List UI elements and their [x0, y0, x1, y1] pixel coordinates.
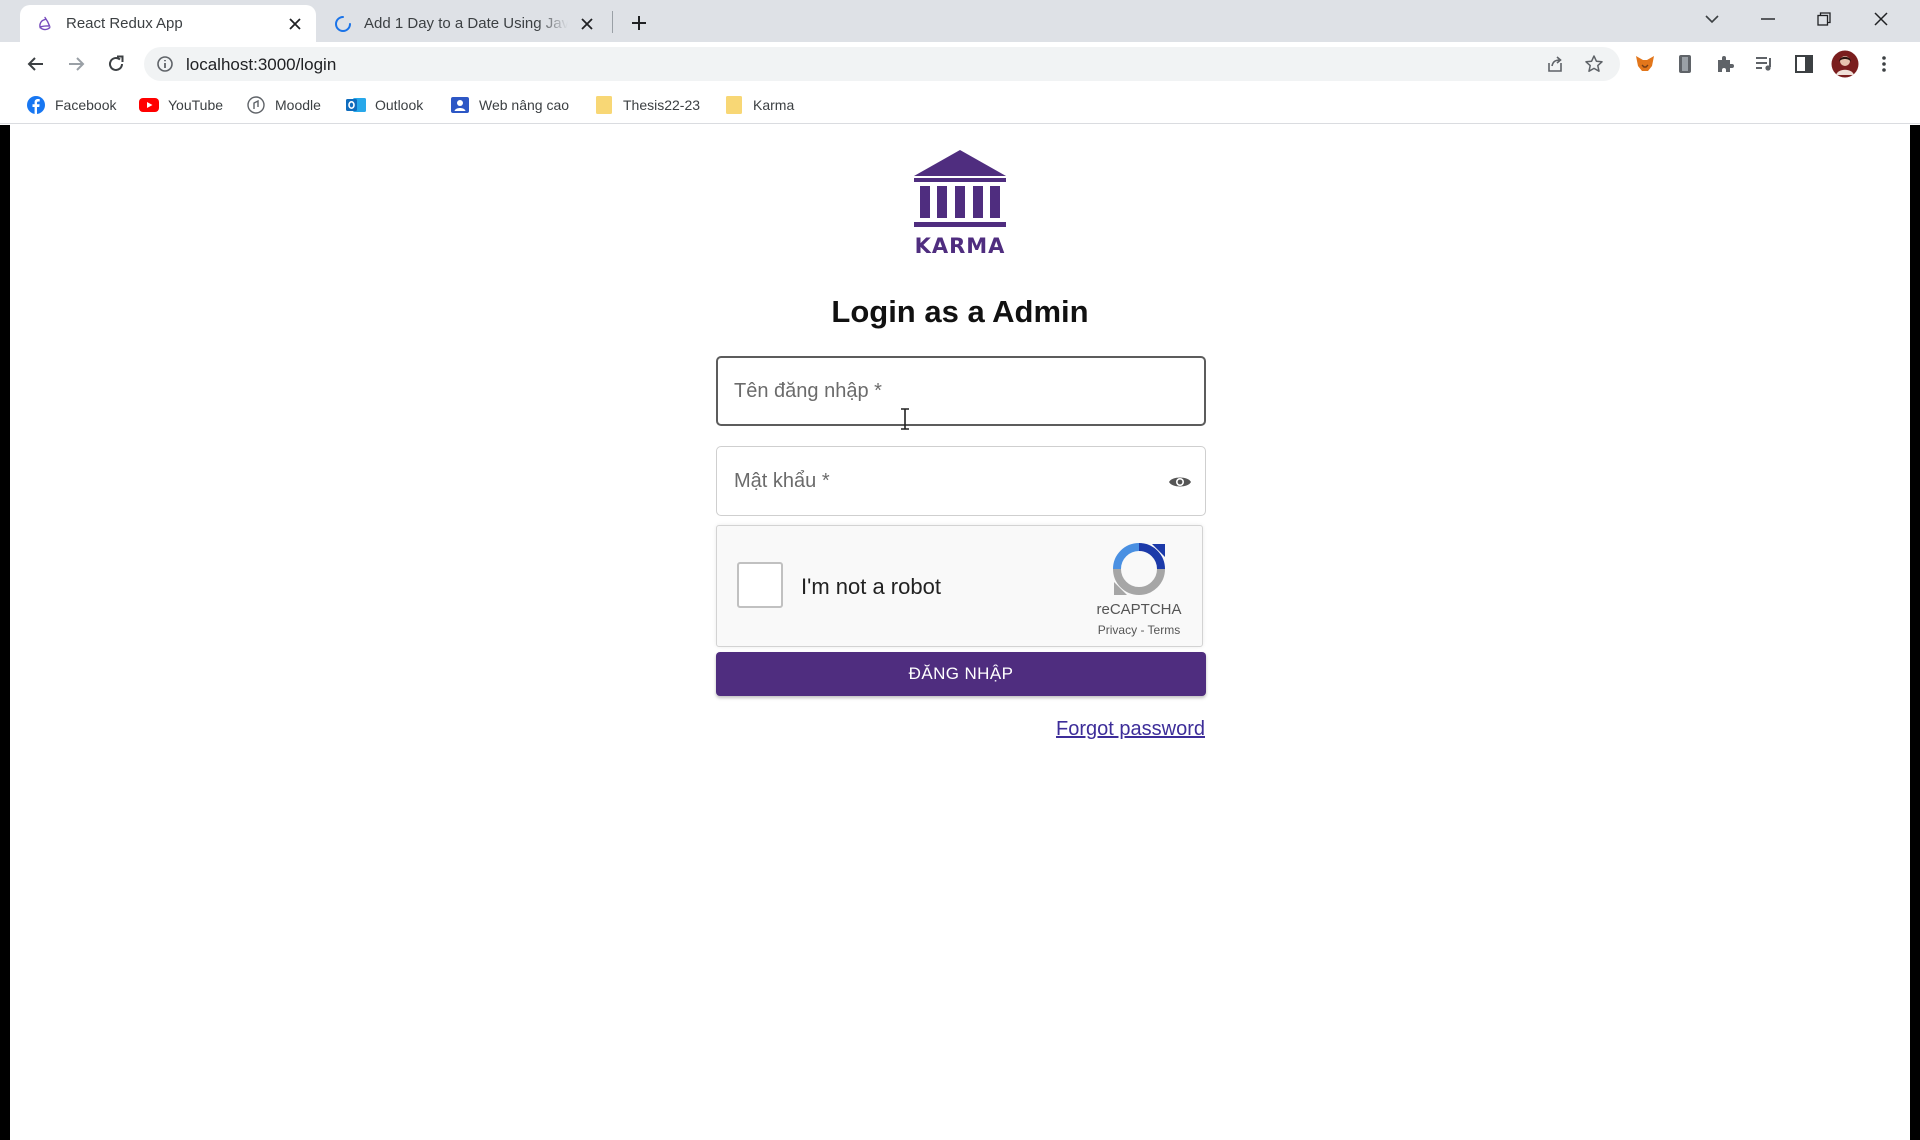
bookmark-moodle[interactable]: Moodle [246, 94, 321, 116]
folder-icon [724, 96, 744, 114]
login-button[interactable]: ĐĂNG NHẬP [716, 652, 1206, 696]
metamask-extension-icon[interactable] [1633, 52, 1657, 76]
arrow-left-icon [27, 57, 43, 71]
bank-building-icon [914, 150, 1006, 227]
bookmark-label: Moodle [275, 97, 321, 113]
folder-icon [594, 96, 614, 114]
bookmarks-bar: Facebook YouTube Moodle Outlook Web nâng… [0, 86, 1920, 124]
tab-separator [612, 11, 613, 33]
arrow-right-icon [69, 57, 85, 71]
close-window-button[interactable] [1853, 0, 1909, 38]
url-text: localhost:3000/login [186, 55, 337, 74]
tab-title: Add 1 Day to a Date Using JavaScript [364, 15, 568, 32]
restore-icon [1817, 12, 1831, 26]
share-icon[interactable] [1544, 53, 1566, 75]
bookmark-facebook[interactable]: Facebook [26, 94, 116, 116]
bookmark-label: Karma [753, 97, 795, 113]
bookmark-star-icon[interactable] [1583, 53, 1605, 75]
karma-logo: KARMA [912, 148, 1008, 258]
text-cursor-icon [901, 408, 909, 430]
reload-icon [109, 55, 124, 71]
address-bar[interactable]: localhost:3000/login [144, 47, 1620, 81]
bookmark-label: Web nâng cao [479, 97, 570, 113]
bookmark-thesis[interactable]: Thesis22-23 [594, 94, 700, 116]
password-field[interactable]: Mật khẩu * [716, 446, 1206, 516]
facebook-icon [26, 96, 46, 114]
media-control-icon[interactable] [1752, 52, 1776, 76]
recaptcha-links[interactable]: Privacy - Terms [1077, 623, 1201, 637]
browser-toolbar: localhost:3000/login [0, 42, 1920, 86]
bookmark-label: YouTube [168, 97, 224, 113]
react-redux-favicon [36, 15, 54, 33]
minimize-button[interactable] [1740, 0, 1796, 38]
tab-add-day-date[interactable]: Add 1 Day to a Date Using JavaScript [318, 5, 608, 42]
bookmark-label: Outlook [375, 97, 424, 113]
tab-search-button[interactable] [1684, 0, 1740, 38]
forgot-password-link[interactable]: Forgot password [1020, 718, 1205, 741]
chevron-down-icon [1705, 14, 1719, 23]
window-edge-left [0, 125, 10, 1140]
eye-icon[interactable] [1167, 470, 1193, 494]
recaptcha-label: I'm not a robot [801, 574, 941, 599]
recaptcha-logo-icon [1113, 543, 1165, 595]
plus-icon [632, 16, 646, 30]
page-title: Login as a Admin [831, 294, 1089, 329]
info-icon[interactable] [156, 55, 174, 73]
outlook-icon [346, 96, 366, 114]
bookmark-karma[interactable]: Karma [724, 94, 794, 116]
reload-button[interactable] [100, 48, 132, 80]
close-tab-icon[interactable] [284, 13, 306, 35]
bookmark-outlook[interactable]: Outlook [346, 94, 423, 116]
close-tab-icon[interactable] [576, 13, 598, 35]
back-button[interactable] [20, 48, 52, 80]
recaptcha-checkbox[interactable] [737, 562, 783, 608]
username-field[interactable]: Tên đăng nhập * [716, 356, 1206, 426]
moodle-icon [246, 96, 266, 114]
bookmark-label: Thesis22-23 [623, 97, 701, 113]
logo-text: KARMA [914, 234, 1006, 258]
extension-icon[interactable] [1673, 52, 1697, 76]
tab-title: React Redux App [66, 15, 183, 32]
username-placeholder: Tên đăng nhập * [734, 380, 882, 402]
puzzle-icon[interactable] [1713, 52, 1737, 76]
side-panel-icon[interactable] [1792, 52, 1816, 76]
bookmark-youtube[interactable]: YouTube [139, 94, 223, 116]
tab-strip: React Redux App Add 1 Day to a Date Usin… [0, 0, 1920, 42]
minimize-icon [1761, 18, 1775, 20]
bookmark-label: Facebook [55, 97, 117, 113]
bookmark-web-nang-cao[interactable]: Web nâng cao [450, 94, 569, 116]
restore-button[interactable] [1796, 0, 1852, 38]
more-menu-icon[interactable] [1872, 52, 1896, 76]
profile-avatar[interactable] [1831, 50, 1859, 78]
recaptcha-brand: reCAPTCHA [1096, 601, 1182, 618]
forward-button[interactable] [60, 48, 92, 80]
tab-react-redux-app[interactable]: React Redux App [20, 5, 316, 42]
password-placeholder: Mật khẩu * [734, 470, 830, 492]
loading-spinner-icon [334, 15, 352, 33]
recaptcha-widget: I'm not a robot reCAPTCHA Privacy - Term… [716, 525, 1203, 647]
close-icon [1874, 12, 1888, 26]
contact-icon [450, 96, 470, 114]
new-tab-button[interactable] [626, 10, 652, 36]
youtube-icon [139, 96, 159, 114]
window-edge-right [1910, 125, 1920, 1140]
